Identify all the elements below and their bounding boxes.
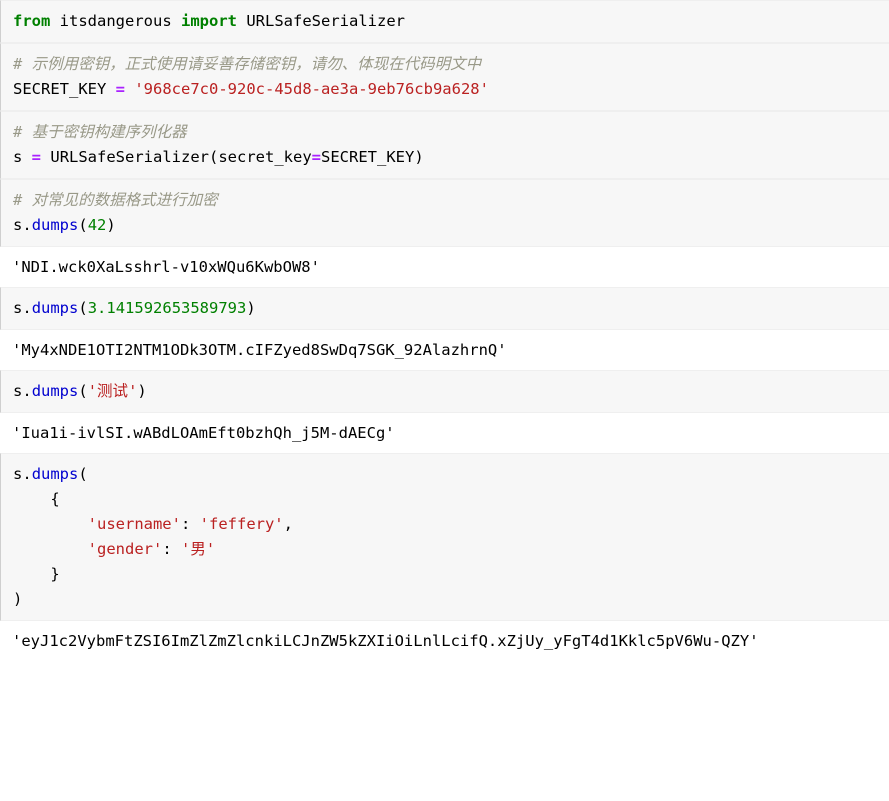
cell-output-dumps-str: 'Iua1i-ivlSI.wABdLOAmEft0bzhQh_j5M-dAECg… xyxy=(0,413,889,453)
code-token: = xyxy=(311,148,322,166)
code-line-dumps-42: s.dumps(42) xyxy=(13,213,889,238)
output-line-str: 'Iua1i-ivlSI.wABdLOAmEft0bzhQh_j5M-dAECg… xyxy=(12,424,395,442)
code-token: . xyxy=(22,465,32,483)
notebook-container: from itsdangerous import URLSafeSerializ… xyxy=(0,0,889,661)
code-token: = xyxy=(115,80,125,98)
code-token: from xyxy=(13,12,51,30)
output-line-float: 'My4xNDE1OTI2NTM1ODk3OTM.cIFZyed8SwDq7SG… xyxy=(12,341,507,359)
code-token: : xyxy=(180,515,200,533)
code-token: 测试 xyxy=(97,382,129,400)
code-line-dict-gender: 'gender': '男' xyxy=(13,537,889,562)
code-line-dict-brace-close: } xyxy=(13,562,889,587)
code-token: } xyxy=(13,565,60,583)
cell-output-dumps-int: 'NDI.wck0XaLsshrl-v10xWQu6KwbOW8' xyxy=(0,247,889,287)
code-token: 'feffery' xyxy=(199,515,284,533)
code-token: , xyxy=(283,515,293,533)
code-token: : xyxy=(162,540,181,558)
code-token: ) xyxy=(106,216,116,234)
code-token: . xyxy=(22,299,32,317)
code-line-dict-username: 'username': 'feffery', xyxy=(13,512,889,537)
code-token: SECRET_KEY xyxy=(321,148,415,166)
code-token: import xyxy=(181,12,237,30)
code-line-serializer-assign: s = URLSafeSerializer(secret_key=SECRET_… xyxy=(13,145,889,170)
code-line-dumps-str: s.dumps('测试') xyxy=(13,379,889,404)
code-token: ( xyxy=(78,299,88,317)
cell-input-dumps-dict[interactable]: s.dumps( { 'username': 'feffery', 'gende… xyxy=(0,453,889,621)
code-token: dumps xyxy=(31,216,79,234)
code-line-import: from itsdangerous import URLSafeSerializ… xyxy=(13,9,889,34)
cell-output-dumps-dict: 'eyJ1c2VybmFtZSI6ImZlZmZlcnkiLCJnZW5kZXI… xyxy=(0,621,889,661)
code-token: # xyxy=(13,55,32,73)
code-token: 3.141592653589793 xyxy=(87,299,247,317)
code-token: s xyxy=(13,382,23,400)
code-token: URLSafeSerializer xyxy=(246,12,405,30)
code-token: ( xyxy=(78,465,88,483)
code-token: ' xyxy=(87,382,98,400)
code-token: ) xyxy=(137,382,147,400)
code-token: s xyxy=(13,299,23,317)
code-token: ) xyxy=(246,299,256,317)
output-line-int: 'NDI.wck0XaLsshrl-v10xWQu6KwbOW8' xyxy=(12,258,320,276)
code-token: 男 xyxy=(190,540,206,558)
code-token: . xyxy=(22,382,32,400)
code-token: URLSafeSerializer xyxy=(50,148,209,166)
code-token: ) xyxy=(13,590,23,608)
code-token: 'username' xyxy=(87,515,181,533)
code-token: ' xyxy=(180,540,191,558)
code-token: = xyxy=(31,148,42,166)
code-token: ( xyxy=(209,148,219,166)
code-token: dumps xyxy=(31,465,79,483)
code-token: SECRET_KEY xyxy=(13,80,116,98)
code-token: . xyxy=(22,216,32,234)
code-token: 42 xyxy=(87,216,107,234)
code-token: dumps xyxy=(31,382,79,400)
code-token: itsdangerous xyxy=(59,12,172,30)
cell-input-dumps-str[interactable]: s.dumps('测试') xyxy=(0,370,889,413)
code-token: 对常见的数据格式进行加密 xyxy=(31,191,218,209)
cell-input-secret-key[interactable]: # 示例用密钥，正式使用请妥善存储密钥，请勿、体现在代码明文中 SECRET_KE… xyxy=(0,43,889,111)
code-token: dumps xyxy=(31,299,79,317)
code-token: ( xyxy=(78,216,88,234)
cell-input-dumps-int[interactable]: # 对常见的数据格式进行加密 s.dumps(42) xyxy=(0,179,889,247)
code-line-dumps-dict-open: s.dumps( xyxy=(13,462,889,487)
code-token: s xyxy=(13,216,23,234)
code-token: # xyxy=(13,191,32,209)
code-line-comment-encrypt: # 对常见的数据格式进行加密 xyxy=(13,188,889,213)
code-token: s xyxy=(13,148,32,166)
code-token: # xyxy=(13,123,32,141)
code-token: secret_key xyxy=(218,148,312,166)
code-token: ( xyxy=(78,382,88,400)
cell-output-dumps-float: 'My4xNDE1OTI2NTM1ODk3OTM.cIFZyed8SwDq7SG… xyxy=(0,330,889,370)
code-line-dict-brace-open: { xyxy=(13,487,889,512)
code-token: '968ce7c0-920c-45d8-ae3a-9eb76cb9a628' xyxy=(134,80,489,98)
code-line-comment-serializer: # 基于密钥构建序列化器 xyxy=(13,120,889,145)
code-line-secret-assign: SECRET_KEY = '968ce7c0-920c-45d8-ae3a-9e… xyxy=(13,77,889,102)
code-token: ) xyxy=(414,148,424,166)
code-line-comment-secret: # 示例用密钥，正式使用请妥善存储密钥，请勿、体现在代码明文中 xyxy=(13,52,889,77)
code-token: 基于密钥构建序列化器 xyxy=(31,123,187,141)
code-token: { xyxy=(13,490,60,508)
code-token: s xyxy=(13,465,23,483)
output-line-dict: 'eyJ1c2VybmFtZSI6ImZlZmZlcnkiLCJnZW5kZXI… xyxy=(12,632,759,650)
cell-input-serializer[interactable]: # 基于密钥构建序列化器 s = URLSafeSerializer(secret… xyxy=(0,111,889,179)
cell-input-import[interactable]: from itsdangerous import URLSafeSerializ… xyxy=(0,0,889,43)
code-token: ' xyxy=(128,382,138,400)
code-line-dumps-pi: s.dumps(3.141592653589793) xyxy=(13,296,889,321)
code-line-dumps-dict-close: ) xyxy=(13,587,889,612)
cell-input-dumps-float[interactable]: s.dumps(3.141592653589793) xyxy=(0,287,889,330)
code-token: 示例用密钥，正式使用请妥善存储密钥，请勿、体现在代码明文中 xyxy=(31,55,482,73)
code-token: ' xyxy=(205,540,216,558)
code-token: 'gender' xyxy=(87,540,163,558)
